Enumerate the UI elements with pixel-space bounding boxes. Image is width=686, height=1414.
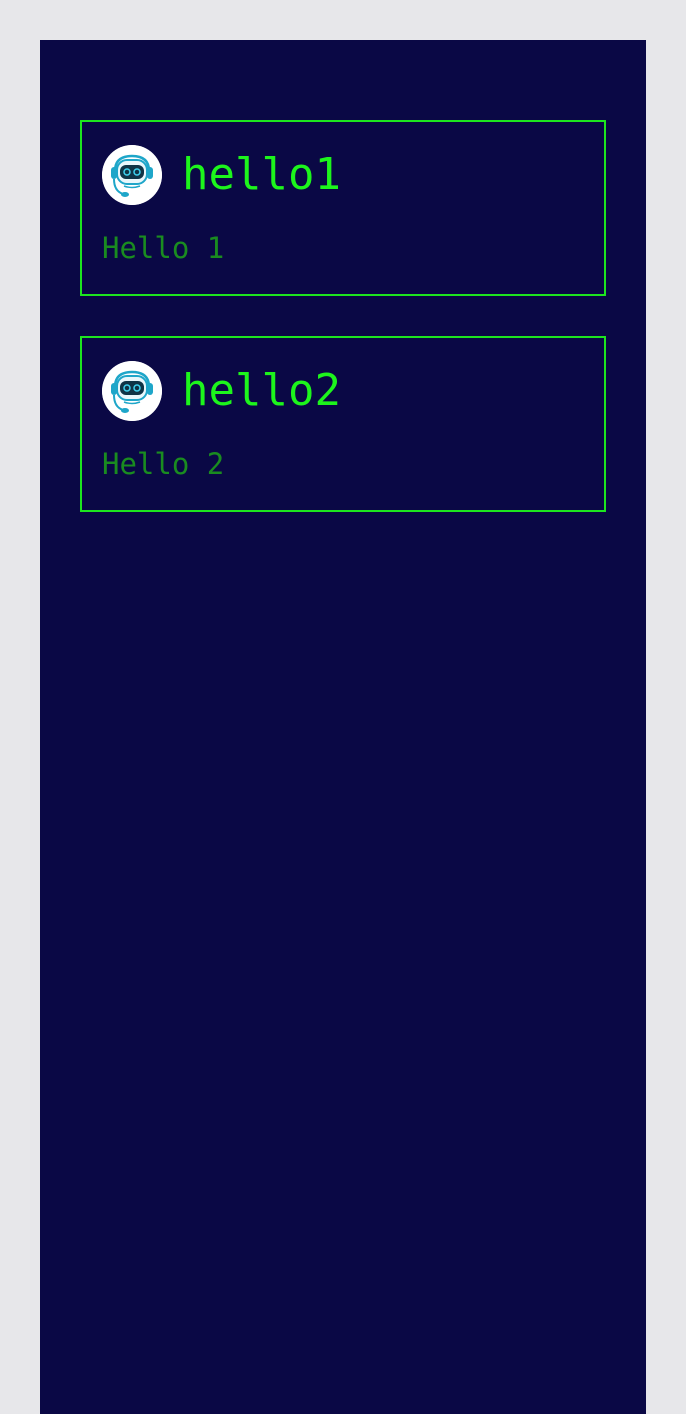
- robot-headset-icon: [102, 361, 162, 421]
- main-panel: hello1 Hello 1 hello2 Hello 2: [40, 40, 646, 1414]
- card-message: Hello 2: [102, 447, 225, 481]
- card-title: hello1: [182, 149, 341, 200]
- card-hello2[interactable]: hello2 Hello 2: [80, 336, 606, 512]
- card-list: hello1 Hello 1 hello2 Hello 2: [80, 120, 606, 512]
- card-hello1[interactable]: hello1 Hello 1: [80, 120, 606, 296]
- card-header: hello1: [102, 144, 584, 206]
- card-message: Hello 1: [102, 231, 225, 265]
- card-header: hello2: [102, 360, 584, 422]
- robot-headset-icon: [102, 145, 162, 205]
- card-title: hello2: [182, 365, 341, 416]
